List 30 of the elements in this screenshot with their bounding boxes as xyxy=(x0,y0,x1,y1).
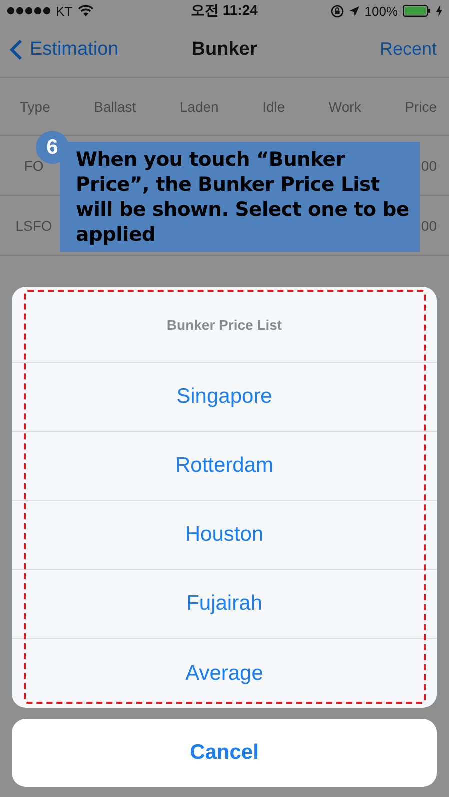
battery-icon xyxy=(403,5,431,17)
cancel-button[interactable]: Cancel xyxy=(12,719,437,787)
sheet-option[interactable]: Houston xyxy=(12,501,437,570)
column-header: Work xyxy=(328,98,362,114)
battery-percentage: 100% xyxy=(364,4,398,18)
table-cell: 00 xyxy=(421,158,437,174)
column-header: Idle xyxy=(262,98,286,114)
chevron-left-icon xyxy=(10,38,23,60)
recent-button[interactable]: Recent xyxy=(380,39,437,60)
sheet-option[interactable]: Rotterdam xyxy=(12,432,437,501)
table-cell-text: LSFO xyxy=(14,218,54,234)
carrier-name: KT xyxy=(56,4,73,18)
column-header: Price xyxy=(405,98,437,114)
screen-title: Bunker xyxy=(192,38,258,60)
column-header: Ballast xyxy=(94,98,136,114)
sheet-title: Bunker Price List xyxy=(12,287,437,363)
sheet-option[interactable]: Singapore xyxy=(12,363,437,432)
charging-bolt-icon xyxy=(436,5,443,17)
rotation-lock-icon xyxy=(330,4,344,18)
clock-time: 오전 11:24 xyxy=(191,2,258,20)
back-button[interactable]: Estimation xyxy=(10,38,119,60)
callout-note: When you touch “Bunker Price”, the Bunker Price List will be shown. Select one to be applied xyxy=(60,142,420,252)
signal-icon xyxy=(7,7,51,15)
sheet-option[interactable]: Average xyxy=(12,639,437,708)
column-header: Type xyxy=(20,98,50,114)
wifi-icon xyxy=(78,5,94,17)
column-header: Laden xyxy=(180,98,219,114)
sheet-option[interactable]: Fujairah xyxy=(12,570,437,639)
table-cell: 00 xyxy=(421,218,437,234)
location-arrow-icon xyxy=(348,6,360,16)
